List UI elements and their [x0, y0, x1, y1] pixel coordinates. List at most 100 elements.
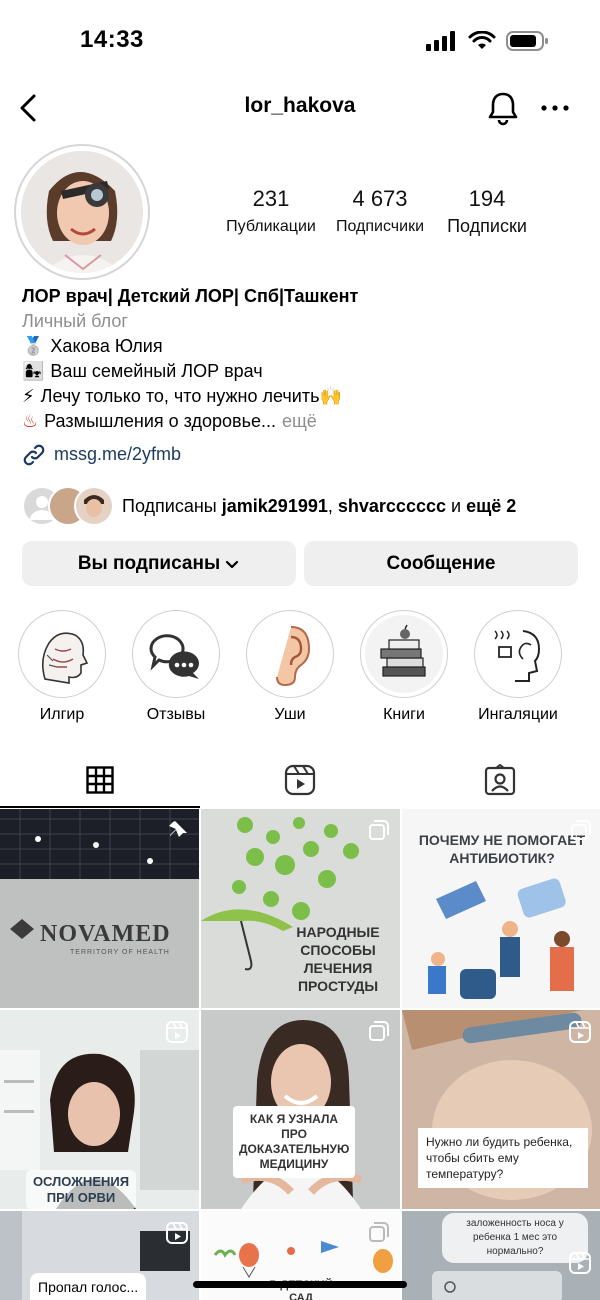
tab-tagged[interactable]	[400, 752, 600, 808]
profile-header: lor_hakova	[0, 80, 600, 136]
highlight-reviews[interactable]: Отзывы	[132, 610, 220, 730]
pin-icon	[167, 819, 189, 846]
bio-line-text: Лечу только то, что нужно лечить🙌	[40, 386, 342, 406]
post-title: NOVAMED	[40, 921, 171, 947]
profile-avatar[interactable]	[14, 144, 150, 280]
carousel-icon	[368, 1020, 390, 1047]
family-icon: 👩‍👧	[22, 361, 45, 381]
home-indicator[interactable]	[193, 1281, 407, 1288]
status-icons	[426, 30, 550, 52]
following-button-label: Вы подписаны	[77, 552, 221, 574]
bell-icon	[488, 92, 518, 126]
hot-springs-icon: ♨	[22, 411, 39, 431]
reel-icon	[568, 1020, 592, 1049]
reels-icon	[284, 764, 316, 796]
post-title: КАК Я УЗНАЛА ПРО ДОКАЗАТЕЛЬНУЮ МЕДИЦИНУ	[233, 1106, 355, 1178]
highlight-label: Книги	[383, 706, 425, 723]
message-button[interactable]: Сообщение	[304, 541, 578, 586]
stat-following-label: Подписки	[447, 216, 527, 236]
carousel-icon	[368, 1221, 390, 1248]
message-button-label: Сообщение	[386, 552, 496, 574]
highlight-ilgir[interactable]: Илгир	[18, 610, 106, 730]
chat-bubbles-icon	[137, 615, 215, 693]
followed-by[interactable]: Подписаны jamik291991, shvarcccccc и ещё…	[22, 484, 582, 528]
battery-icon	[506, 31, 548, 51]
followed-by-text: Подписаны jamik291991, shvarcccccc и ещё…	[122, 496, 516, 517]
post-thumbnail[interactable]: Нужно ли будить ребенка, чтобы сбить ему…	[402, 1010, 600, 1209]
highlight-label: Ингаляции	[478, 706, 558, 723]
tab-posts-grid[interactable]	[0, 752, 200, 808]
post-thumbnail[interactable]: КАК Я УЗНАЛА ПРО ДОКАЗАТЕЛЬНУЮ МЕДИЦИНУ	[201, 1010, 400, 1209]
stat-posts-label: Публикации	[226, 218, 316, 235]
stat-followers[interactable]: 4 673 Подписчики	[328, 186, 432, 237]
followed-by-user[interactable]: jamik291991	[222, 496, 328, 516]
followed-by-user[interactable]: shvarcccccc	[338, 496, 446, 516]
stat-following-count: 194	[468, 186, 506, 211]
more-horizontal-icon	[541, 105, 569, 111]
reel-icon	[165, 1020, 189, 1049]
profile-stats: 231 Публикации 4 673 Подписчики 194 Подп…	[214, 186, 554, 237]
carousel-icon	[570, 819, 592, 846]
tagged-icon	[484, 764, 516, 796]
story-highlights: Илгир Отзывы Уши Книги Ингаляции	[18, 610, 600, 730]
post-thumbnail[interactable]: ОСЛОЖНЕНИЯ ПРИ ОРВИ	[0, 1010, 199, 1209]
highlight-books[interactable]: Книги	[360, 610, 448, 730]
profile-tabs	[0, 752, 600, 808]
post-thumbnail[interactable]: Пропал голос...	[0, 1211, 199, 1300]
post-title: ОСЛОЖНЕНИЯ ПРИ ОРВИ	[26, 1170, 136, 1209]
bio-line: ♨ Размышления о здоровье... ещё	[22, 409, 582, 434]
profile-bio: ЛОР врач| Детский ЛОР| Спб|Ташкент Личны…	[22, 284, 582, 467]
bio-line: 👩‍👧 Ваш семейный ЛОР врач	[22, 359, 582, 384]
inhalation-icon	[479, 615, 557, 693]
post-title: НАРОДНЫЕ СПОСОБЫ ЛЕЧЕНИЯ ПРОСТУДЫ	[296, 924, 380, 994]
status-bar: 14:33	[0, 0, 600, 80]
bio-category: Личный блог	[22, 311, 128, 331]
followed-by-more[interactable]: ещё 2	[466, 496, 516, 516]
followed-by-avatars	[22, 486, 114, 526]
books-icon	[365, 615, 443, 693]
post-thumbnail[interactable]: ПОЧЕМУ НЕ ПОМОГАЕТ АНТИБИОТИК?	[402, 809, 600, 1008]
highlight-ears[interactable]: Уши	[246, 610, 334, 730]
stat-followers-label: Подписчики	[335, 218, 424, 235]
bio-line: 🥈 Хакова Юлия	[22, 334, 582, 359]
profile-actions: Вы подписаны Сообщение	[22, 541, 578, 586]
bio-external-link[interactable]: mssg.me/2yfmb	[22, 442, 582, 467]
post-title: заложенность носа у ребенка 1 мес это но…	[442, 1213, 588, 1263]
post-title: Пропал голос...	[30, 1273, 147, 1300]
stat-posts-count: 231	[252, 186, 290, 211]
post-thumbnail[interactable]: НАРОДНЫЕ СПОСОБЫ ЛЕЧЕНИЯ ПРОСТУДЫ	[201, 809, 400, 1008]
bio-line-text: Хакова Юлия	[50, 336, 163, 356]
link-icon	[23, 444, 45, 465]
wifi-icon	[468, 31, 496, 49]
post-subtitle: TERRITORY OF HEALTH	[70, 949, 170, 956]
ear-icon	[251, 615, 329, 693]
post-thumbnail[interactable]: NOVAMED TERRITORY OF HEALTH	[0, 809, 199, 1008]
followed-by-prefix: Подписаны	[122, 495, 217, 516]
carousel-icon	[368, 819, 390, 846]
more-options-button[interactable]	[540, 90, 570, 126]
avatar	[74, 486, 114, 526]
bio-link-text: mssg.me/2yfmb	[54, 444, 182, 464]
notifications-button[interactable]	[486, 88, 520, 128]
anatomy-head-icon	[23, 615, 101, 693]
bio-display-name: ЛОР врач| Детский ЛОР| Спб|Ташкент	[22, 286, 359, 306]
stat-followers-count: 4 673	[352, 186, 408, 211]
tab-reels[interactable]	[200, 752, 400, 808]
highlight-label: Отзывы	[146, 706, 206, 723]
highlight-label: Илгир	[39, 706, 85, 723]
grid-icon	[86, 766, 114, 794]
chevron-down-icon	[226, 560, 239, 568]
highlight-inhalations[interactable]: Ингаляции	[474, 610, 562, 730]
status-time: 14:33	[80, 26, 144, 53]
cellular-signal-icon	[426, 31, 455, 51]
stat-following[interactable]: 194 Подписки	[432, 186, 542, 237]
following-button[interactable]: Вы подписаны	[22, 541, 296, 586]
followed-by-conj: и	[451, 495, 462, 516]
medal-icon: 🥈	[22, 336, 45, 356]
post-thumbnail[interactable]: заложенность носа у ребенка 1 мес это но…	[402, 1211, 600, 1300]
reel-icon	[568, 1251, 592, 1280]
stat-posts[interactable]: 231 Публикации	[214, 186, 328, 237]
bio-line-text: Размышления о здоровье...	[44, 411, 276, 431]
avatar-image	[21, 151, 143, 273]
bio-more-link[interactable]: ещё	[282, 409, 317, 434]
